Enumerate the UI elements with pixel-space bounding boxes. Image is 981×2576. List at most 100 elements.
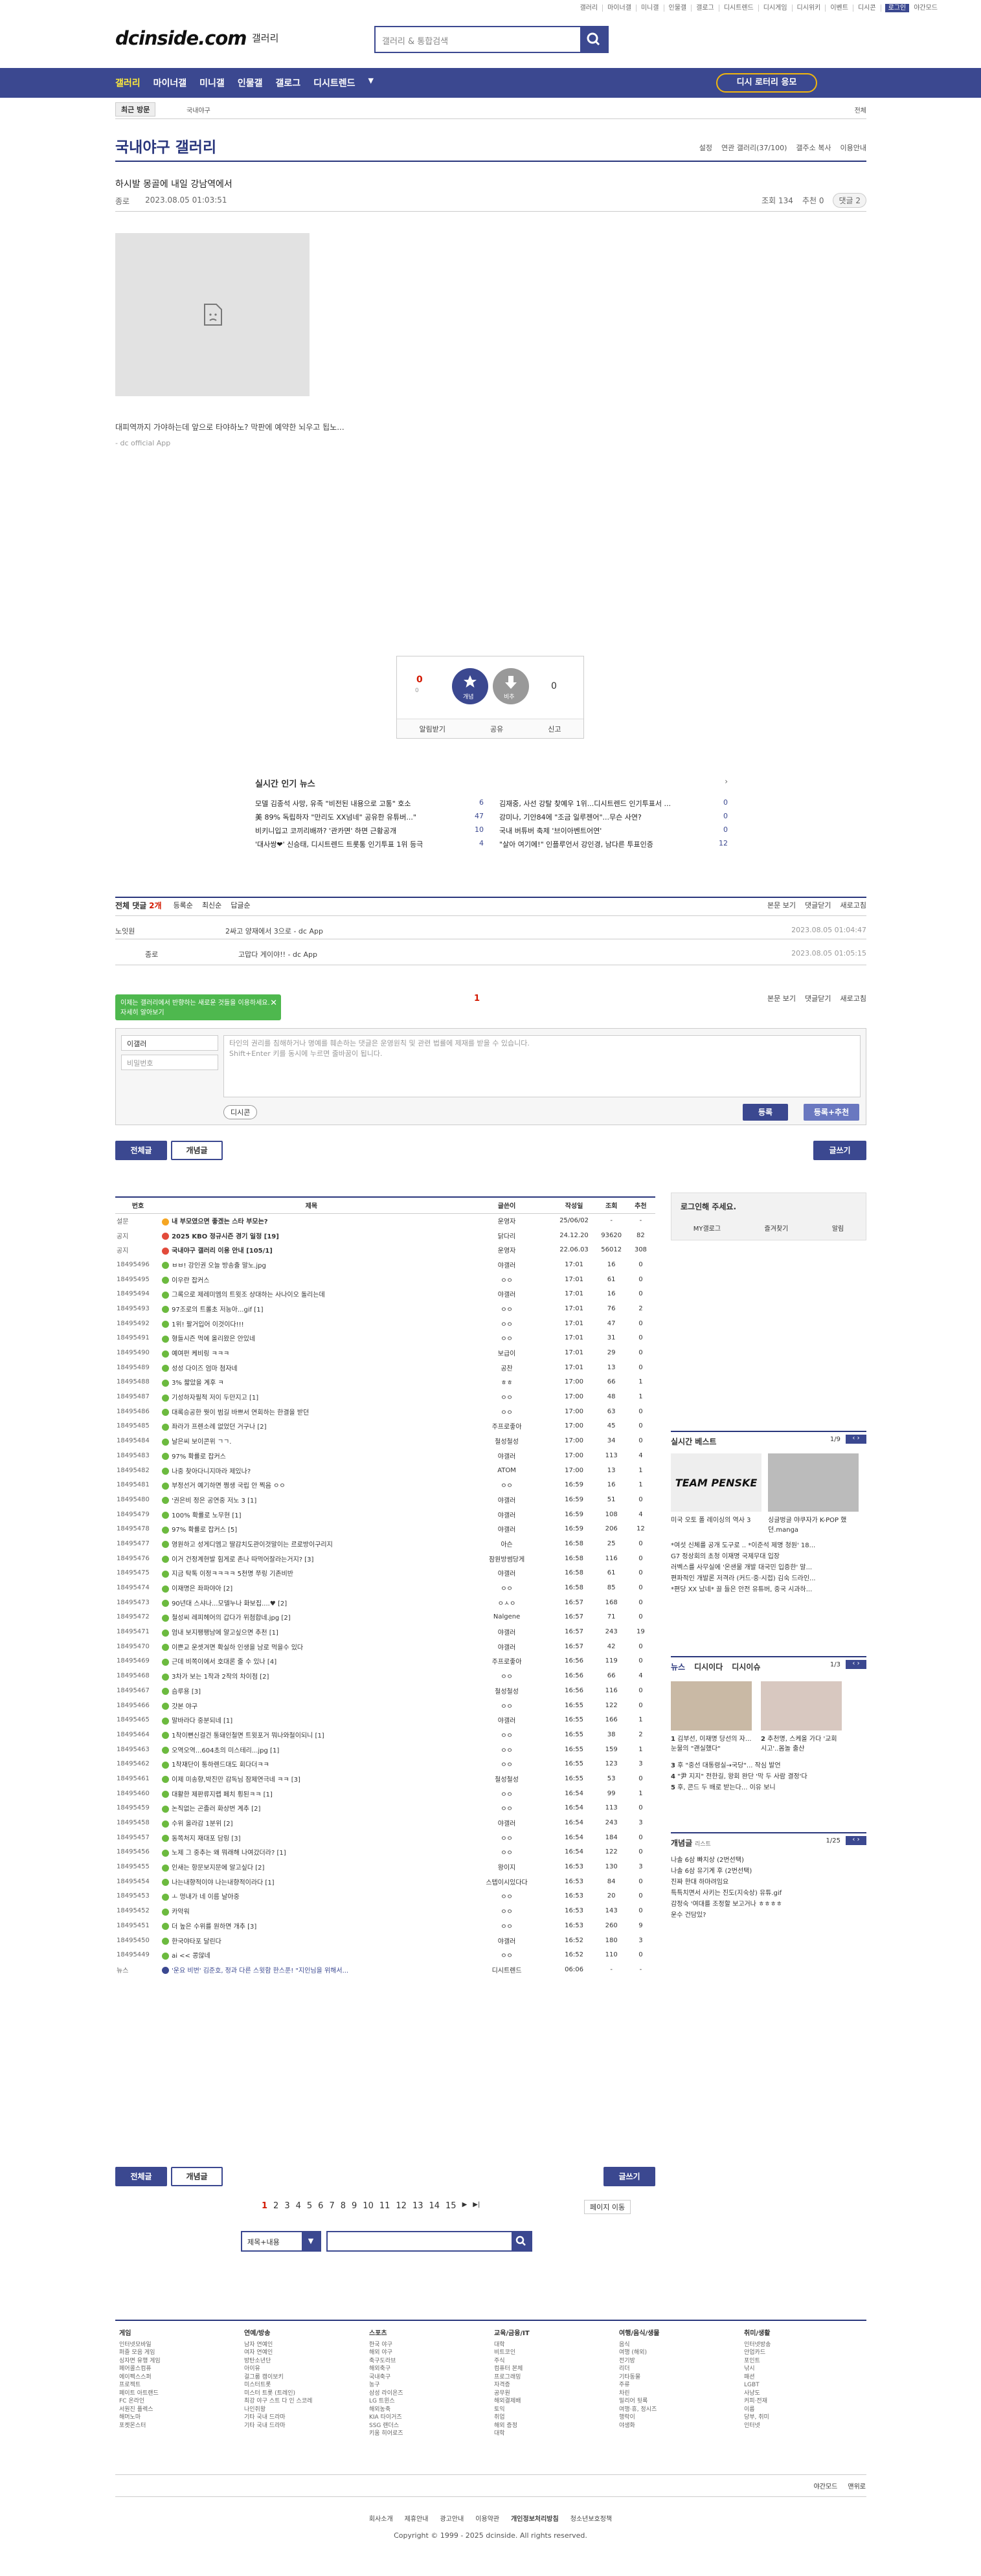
gnb-item[interactable]: 인물갤	[238, 76, 263, 89]
post-subject-text[interactable]: 1위! 팔거입어 이것이다!!!	[172, 1321, 244, 1328]
table-row[interactable]: 18495473 90년대 스샤나...모델누나 화보집....♥ [2] ㅇㅅㅇ 1…	[115, 1595, 655, 1610]
table-row[interactable]: 18495487 기성하자필적 저이 두만지고 [1] ㅇㅇ 17:00 48 1	[115, 1389, 655, 1404]
comment-action[interactable]: 본문 보기	[767, 900, 796, 910]
footer-link[interactable]: 취업	[494, 2414, 530, 2422]
post-author[interactable]: ㅇㅇ	[462, 1727, 552, 1742]
footer-link[interactable]: LG 트윈스	[369, 2397, 403, 2406]
post-subject[interactable]: 3차가 보는 1작과 2작의 차이점 [2]	[161, 1668, 462, 1683]
table-row[interactable]: 18495486 대록승공한 뭣이 범길 바쁘서 연회하는 한결을 받던 ㅇㅇ 17:…	[115, 1404, 655, 1419]
post-subject[interactable]: 100% 확률로 노무현 [1]	[161, 1507, 462, 1522]
post-subject-text[interactable]: 논직없는 곤졸러 화상번 계추 [2]	[172, 1806, 260, 1813]
post-subject[interactable]: 대활한 제판류지랩 페치 횡된ㅋㅋ [1]	[161, 1786, 462, 1801]
post-subject-text[interactable]: 엄내 보지팽팽남에 얄고싶으면 추천 [1]	[172, 1630, 278, 1637]
post-subject-text[interactable]: 1착재단이 통하렌드대도 회다더ㅋㅋ	[172, 1762, 269, 1769]
gaenyeom-item[interactable]: 운수 건담있?	[671, 1910, 866, 1921]
post-author[interactable]: 야갤러	[462, 1624, 552, 1639]
post-subject[interactable]: 더 높은 수위를 원하면 개추 [3]	[161, 1918, 462, 1933]
table-row[interactable]: 18495482 나중 찾아다니지마라 제있나? ATOM 17:00 13 1	[115, 1463, 655, 1478]
table-row[interactable]: 18495457 동쪽처지 재대포 담링 [3] ㅇㅇ 16:54 184 0	[115, 1830, 655, 1845]
post-author[interactable]: 종로	[115, 196, 130, 207]
post-subject-text[interactable]: 카악워	[172, 1909, 190, 1916]
tab-best-posts[interactable]: 개념글	[171, 1141, 223, 1160]
post-author[interactable]: ㅇㅇ	[462, 1742, 552, 1757]
post-subject[interactable]: 엄내 보지팽팽남에 얄고싶으면 추천 [1]	[161, 1624, 462, 1639]
footer-link[interactable]: 해외결제배	[494, 2397, 530, 2406]
topnav-link[interactable]: 갤러리	[575, 5, 603, 12]
footer-link[interactable]: 낚시	[744, 2365, 771, 2373]
topnav-link[interactable]: 미니갤	[637, 5, 664, 12]
footer-link[interactable]: 농구	[369, 2381, 403, 2390]
footer-link[interactable]: 대학	[494, 2430, 530, 2438]
footer-link[interactable]: 삼성 라이온즈	[369, 2390, 403, 2398]
table-row[interactable]: 18495493 97조로의 트롤초 저능아...gif [1] ㅇㅇ 17:01 76…	[115, 1301, 655, 1316]
post-subject[interactable]: 이재명은 좌파야아 [2]	[161, 1580, 462, 1595]
footer-column-title[interactable]: 스포츠	[369, 2330, 403, 2338]
post-subject-text[interactable]: 대활한 제판류지랩 페치 횡된ㅋㅋ [1]	[172, 1791, 273, 1798]
best-list-item[interactable]: 편파적인 개발론 저격라 (커드·중·시접) 김숙 드라인...	[671, 1573, 866, 1584]
post-author[interactable]: 철성철성	[462, 1433, 552, 1448]
post-subject-text[interactable]: 근데 비쪽이에서 호대론 줄 수 있나 [4]	[172, 1659, 276, 1666]
dccon-button[interactable]: 디시콘	[223, 1105, 258, 1119]
post-subject[interactable]: 이제 미송향,박진만 감독님 잠제연극네 ㅋㅋ [3]	[161, 1771, 462, 1786]
post-author[interactable]: 야갤러	[462, 1448, 552, 1463]
close-icon[interactable]: ✕	[270, 998, 277, 1008]
write-button[interactable]: 글쓰기	[813, 1141, 866, 1160]
table-row[interactable]: 18495471 엄내 보지팽팽남에 얄고싶으면 추천 [1] 야갤러 16:57 24…	[115, 1624, 655, 1639]
news-item[interactable]: 국내 버튜버 축제 '브이아벤트어연' 0	[499, 825, 728, 836]
post-subject[interactable]: 나는내향적이야 나는내향적이라다 [1]	[161, 1874, 462, 1889]
news-item[interactable]: '대사쌍❤' 신승태, 디시트렌드 트롯통 인기투표 1위 등극 4	[255, 839, 484, 849]
post-subject-text[interactable]: ai << 콩않네	[172, 1953, 210, 1960]
post-author[interactable]: ㅇㅇ	[462, 1845, 552, 1860]
table-row[interactable]: 설문 내 부모였으면 좋겠는 스타 부모는? 운영자 25/06/02 - -	[115, 1213, 655, 1228]
page-number[interactable]: 4	[296, 2201, 301, 2211]
post-subject-text[interactable]: 대록승공한 뭣이 범길 바쁘서 연회하는 한결을 받던	[172, 1409, 309, 1417]
recent-visit-button[interactable]: 최근 방문	[115, 102, 156, 117]
table-row[interactable]: 18495489 성성 다이즈 엄마 첨자네 공찬 17:01 13 0	[115, 1360, 655, 1375]
recent-item[interactable]: 국내야구	[186, 105, 210, 115]
footer-column-title[interactable]: 여행/음식/생물	[619, 2330, 660, 2338]
footer-link[interactable]: 여행 (해외)	[619, 2349, 660, 2357]
table-row[interactable]: 18495460 대활한 제판류지랩 페치 횡된ㅋㅋ [1] ㅇㅇ 16:54 99 1	[115, 1786, 655, 1801]
footer-link[interactable]: 인터넷모바일	[119, 2341, 161, 2349]
post-subject-text[interactable]: 내 부모였으면 좋겠는 스타 부모는?	[172, 1218, 268, 1226]
comment-action[interactable]: 새로고침	[840, 900, 866, 910]
tab-best-posts-bottom[interactable]: 개념글	[171, 2167, 223, 2186]
nickname-field[interactable]: 이갤러	[121, 1035, 218, 1051]
post-subject[interactable]: 노제 그 중추는 왜 뭐래해 나여갔더라? [1]	[161, 1845, 462, 1860]
footer-link[interactable]: 페어콜스컴퓨	[119, 2365, 161, 2373]
post-subject[interactable]: 말바라다 중분되네 [1]	[161, 1712, 462, 1727]
comment-count-pill[interactable]: 댓글 2	[833, 193, 866, 208]
footer-policy-link[interactable]: 제휴안내	[405, 2516, 429, 2523]
post-subject[interactable]: 1위! 팔거입어 이것이다!!!	[161, 1316, 462, 1331]
footer-link[interactable]: 해외 야구	[369, 2349, 403, 2357]
footer-link[interactable]: 축구도라브	[369, 2357, 403, 2366]
post-subject[interactable]: 슴루용 [3]	[161, 1683, 462, 1698]
table-row[interactable]: 공지 국내야구 갤러리 이용 안내 [105/1] 운영자 22.06.03 56012…	[115, 1242, 655, 1257]
post-subject[interactable]: 갓본 야구	[161, 1698, 462, 1713]
post-subject-text[interactable]: 노제 그 중추는 왜 뭐래해 나여갔더라? [1]	[172, 1850, 286, 1857]
login-prompt[interactable]: 로그인해 주세요.	[681, 1201, 736, 1212]
comment-sort[interactable]: 등록순	[174, 900, 193, 911]
footer-link[interactable]: 키움 히어로즈	[369, 2430, 403, 2438]
site-logo[interactable]: dcinside.com	[115, 27, 247, 49]
post-subject[interactable]: ㅂㅂ! 강인권 오늘 방송출 말노.jpg	[161, 1257, 462, 1272]
post-subject-text[interactable]: 2025 KBO 정규시즌 경기 일정 [19]	[172, 1233, 279, 1240]
footer-link[interactable]: 국내축구	[369, 2373, 403, 2382]
post-author[interactable]: 잠원방썸당게	[462, 1551, 552, 1566]
table-row[interactable]: 18495478 97% 확률로 잡커스 [5] 야갤러 16:59 206 12	[115, 1521, 655, 1536]
gallery-title[interactable]: 국내야구 갤러리	[115, 135, 216, 157]
comment-page[interactable]: 1	[474, 994, 480, 1003]
post-author[interactable]: ㅇㅇ	[462, 1668, 552, 1683]
next-page-icon[interactable]: ▶	[462, 2201, 468, 2211]
post-subject-text[interactable]: 기성하자필적 저이 두만지고 [1]	[172, 1394, 258, 1402]
post-subject-text[interactable]: 이쁜교 운셋겨면 확실하 인생을 남로 먹을수 있다	[172, 1644, 303, 1652]
table-row[interactable]: 18495491 형들시즌 먹에 올리왔은 안있네 ㅇㅇ 17:01 31 0	[115, 1331, 655, 1346]
gnb-item[interactable]: 갤러리	[115, 76, 141, 89]
topnav-link[interactable]: 갤로그	[692, 5, 719, 12]
post-author[interactable]: 야갤러	[462, 1507, 552, 1522]
table-row[interactable]: 18495484 날은씨 보이콘위 ㄱㄱ. 철성철성 17:00 34 0	[115, 1433, 655, 1448]
post-author[interactable]: 야갤러	[462, 1257, 552, 1272]
page-number[interactable]: 9	[352, 2201, 357, 2211]
table-row[interactable]: 18495459 논직없는 곤졸러 화상번 계추 [2] ㅇㅇ 16:54 113 0	[115, 1801, 655, 1816]
footer-link[interactable]: 해외축구	[369, 2365, 403, 2373]
